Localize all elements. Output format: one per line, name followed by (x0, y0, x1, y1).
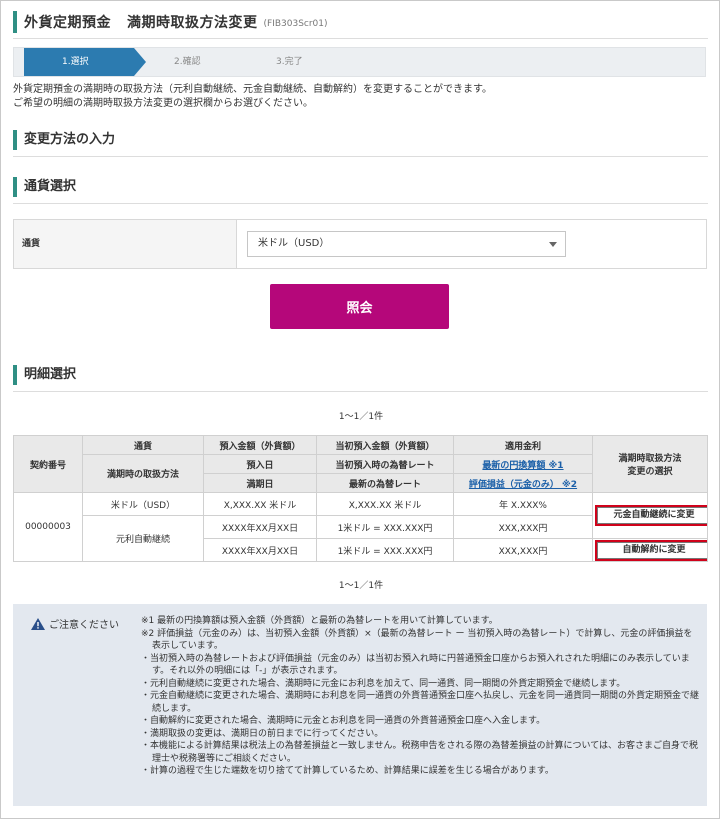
detail-table: 契約番号 通貨 預入金額（外貨額） 当初預入金額（外貨額） 適用金利 満期時取扱… (13, 435, 708, 562)
section-divider (13, 156, 708, 157)
warning-icon (31, 617, 45, 630)
step-1-select: 1.選択 (24, 48, 146, 76)
cell-initial-amount: X,XXX.XX 米ドル (316, 492, 454, 516)
currency-select-value: 米ドル（USD） (258, 238, 330, 249)
intro-line-2: ご希望の明細の満期時取扱方法変更の選択欄からお選びください。 (13, 98, 313, 109)
query-button[interactable]: 照会 (270, 284, 449, 329)
th-contract-no: 契約番号 (13, 435, 83, 493)
cell-latest-yen: XXX,XXX円 (453, 515, 593, 539)
title-divider (13, 38, 708, 39)
cell-applied-rate: 年 X.XXX% (453, 492, 593, 516)
section-currency-select: 通貨選択 (13, 177, 708, 197)
page-title-main: 外貨定期預金 (24, 15, 111, 31)
th-change-select-line-2: 変更の選択 (627, 467, 673, 477)
step-3-complete: 3.完了 (276, 57, 303, 67)
th-deposit-amount: 預入金額（外貨額） (203, 435, 317, 455)
th-handling: 満期時の取扱方法 (82, 454, 204, 493)
step-2-confirm: 2.確認 (174, 57, 201, 67)
th-initial-rate: 当初預入時の為替レート (316, 454, 454, 474)
link-latest-yen-note[interactable]: 最新の円換算額 ※1 (453, 454, 593, 474)
page-frame: 外貨定期預金 満期時取扱方法変更 (FIB303Scr01) 1.選択 2.確認… (0, 0, 720, 819)
cell-action-cancel: 自動解約に変更 (592, 538, 708, 562)
screen-code: (FIB303Scr01) (263, 18, 328, 29)
section-divider (13, 391, 708, 392)
currency-form-row: 通貨 米ドル（USD） (13, 219, 707, 269)
th-maturity-date: 満期日 (203, 473, 317, 493)
pagination-count-top: 1～1／1件 (338, 412, 384, 422)
page-title: 外貨定期預金 満期時取扱方法変更 (FIB303Scr01) (13, 11, 328, 33)
note-item: ・元金自動継続に変更された場合、満期時にお利息を同一通貨の外貨普通預金口座へ払戻… (141, 691, 700, 714)
note-item: ※2 評価損益（元金のみ）は、当初預入金額（外貨額）×（最新の為替レート ー 当… (141, 628, 693, 652)
page-title-sub: 満期時取扱方法変更 (127, 15, 258, 31)
pagination-count-bottom: 1～1／1件 (338, 581, 384, 591)
cell-latest-rate: 1米ドル = XXX.XXX円 (316, 538, 454, 562)
section-detail-select: 明細選択 (13, 365, 708, 385)
link-valuation-note[interactable]: 評価損益（元金のみ） ※2 (453, 473, 593, 493)
note-item: ・満期取扱の変更は、満期日の前日までに行ってください。 (141, 728, 384, 739)
note-item: ・自動解約に変更された場合、満期時に元金とお利息を同一通貨の外貨普通預金口座へ入… (141, 716, 546, 726)
cell-deposit-amount: X,XXX.XX 米ドル (203, 492, 317, 516)
section-change-method: 変更方法の入力 (13, 130, 708, 150)
cell-initial-rate: 1米ドル = XXX.XXX円 (316, 515, 454, 539)
th-currency: 通貨 (82, 435, 204, 455)
table-row: 00000003 米ドル（USD） X,XXX.XX 米ドル X,XXX.XX … (13, 492, 708, 562)
th-initial-amount: 当初預入金額（外貨額） (316, 435, 454, 455)
intro-text: 外貨定期預金の満期時の取扱方法（元利自動継続、元金自動継続、自動解約）を変更する… (13, 83, 492, 111)
cell-deposit-date: XXXX年XX月XX日 (203, 515, 317, 539)
cell-handling: 元利自動継続 (82, 515, 204, 562)
change-auto-cancel-button[interactable]: 自動解約に変更 (595, 539, 707, 561)
change-principal-auto-renew-button[interactable]: 元金自動継続に変更 (595, 505, 707, 526)
cell-contract-no: 00000003 (13, 492, 83, 562)
th-applied-rate: 適用金利 (453, 435, 593, 455)
intro-line-1: 外貨定期預金の満期時の取扱方法（元利自動継続、元金自動継続、自動解約）を変更する… (13, 84, 492, 95)
notes-label: ご注意ください (49, 620, 119, 631)
note-item: ・計算の過程で生じた端数を切り捨てて計算しているため、計算結果に誤差を生じる場合… (141, 766, 554, 776)
cell-currency: 米ドル（USD） (82, 492, 204, 516)
section-divider (13, 203, 708, 204)
note-item: ・当初預入時の為替レートおよび評価損益（元金のみ）は当初お預入れ時に円普通預金口… (141, 653, 690, 677)
currency-label: 通貨 (14, 220, 237, 268)
currency-select[interactable]: 米ドル（USD） (247, 231, 566, 257)
th-deposit-date: 預入日 (203, 454, 317, 474)
th-latest-rate: 最新の為替レート (316, 473, 454, 493)
cell-valuation: XXX,XXX円 (453, 538, 593, 562)
notes-list: ※1 最新の円換算額は預入金額（外貨額）と最新の為替レートを用いて計算しています… (141, 615, 701, 778)
chevron-down-icon (549, 242, 557, 247)
notes-panel: ご注意ください ※1 最新の円換算額は預入金額（外貨額）と最新の為替レートを用い… (13, 604, 707, 806)
step-indicator: 1.選択 2.確認 3.完了 (13, 47, 706, 77)
cell-action-principal: 元金自動継続に変更 (592, 492, 708, 539)
notes-heading: ご注意ください (31, 616, 119, 631)
th-change-select-line-1: 満期時取扱方法 (618, 454, 682, 464)
th-change-select: 満期時取扱方法 変更の選択 (592, 435, 708, 493)
note-item: ・元利自動継続に変更された場合、満期時に元金にお利息を加えて、同一通貨、同一期間… (141, 678, 626, 689)
note-item: ・本機能による計算結果は税法上の為替差損益と一致しません。税務申告をされる際の為… (141, 741, 699, 764)
note-item: ※1 最新の円換算額は預入金額（外貨額）と最新の為替レートを用いて計算しています… (141, 616, 498, 626)
cell-maturity-date: XXXX年XX月XX日 (203, 538, 317, 562)
